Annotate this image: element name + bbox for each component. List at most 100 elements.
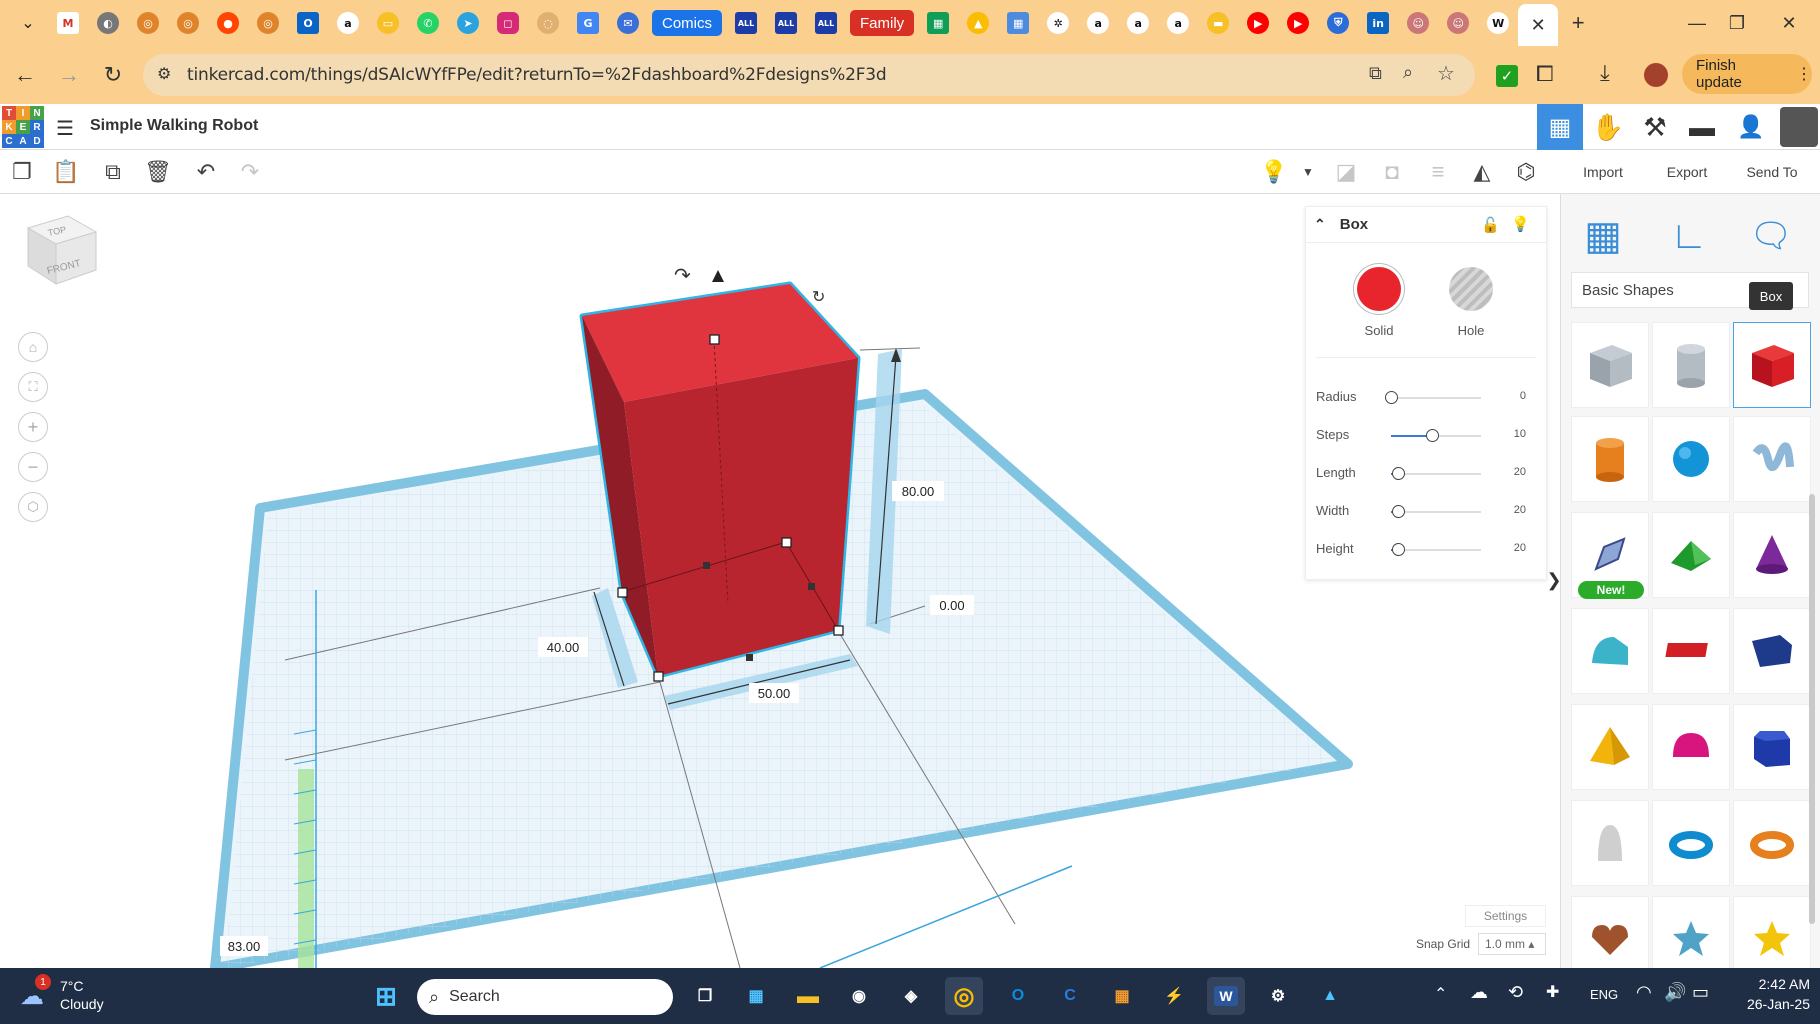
blocks-button[interactable]: ✋ — [1585, 104, 1631, 150]
hole-swatch[interactable] — [1449, 267, 1493, 311]
param-value[interactable]: 20 — [1514, 542, 1526, 554]
game-app[interactable]: ◈ — [892, 977, 930, 1015]
tab-translate[interactable]: G — [568, 7, 608, 39]
tab-site-7[interactable]: ✉ — [608, 7, 648, 39]
tab-amazon-2[interactable]: a — [1078, 7, 1118, 39]
tab-whatsapp[interactable]: ✆ — [408, 7, 448, 39]
volume-icon[interactable]: 🔊 — [1664, 982, 1686, 1003]
redo-button[interactable]: ↷ — [232, 154, 268, 190]
inspector-collapse-toggle[interactable]: ❯ — [1546, 560, 1561, 600]
tab-amazon-3[interactable]: a — [1118, 7, 1158, 39]
forward-button[interactable]: → — [50, 56, 88, 94]
tab-chatgpt[interactable]: ✲ — [1038, 7, 1078, 39]
rotate-arrow-icon[interactable]: ↻ — [812, 287, 825, 306]
zoom-icon[interactable]: ⌕ — [1403, 62, 1413, 83]
profile-avatar[interactable] — [1644, 63, 1668, 87]
solid-label[interactable]: Solid — [1349, 323, 1409, 338]
param-slider-track[interactable] — [1391, 397, 1481, 399]
align-button[interactable]: ≡ — [1420, 154, 1456, 190]
bookmark-star-icon[interactable]: ☆ — [1437, 61, 1455, 86]
lessons-button[interactable]: ▬ — [1679, 104, 1725, 150]
clock-time[interactable]: 2:42 AM — [1720, 976, 1810, 992]
param-slider-knob[interactable] — [1425, 429, 1439, 442]
onedrive-icon[interactable]: ☁ — [1470, 982, 1488, 1003]
tab-youtube[interactable]: ▶ — [1238, 7, 1278, 39]
invite-user-button[interactable]: 👤 — [1728, 104, 1774, 150]
view-cube[interactable]: TOP FRONT — [22, 214, 102, 298]
rotate-arrow-icon[interactable]: ↷ — [674, 263, 691, 287]
chrome-app[interactable]: ◎ — [945, 977, 983, 1015]
tab-telegram[interactable]: ➤ — [448, 7, 488, 39]
shape-torus[interactable] — [1652, 800, 1730, 886]
shape-box-hole[interactable] — [1571, 322, 1649, 408]
param-value[interactable]: 20 — [1514, 466, 1526, 478]
shape-star-blue[interactable] — [1652, 896, 1730, 968]
tab-tinkercad[interactable]: ▦ — [998, 7, 1038, 39]
shape-paraboloid[interactable] — [1571, 800, 1649, 886]
design-title[interactable]: Simple Walking Robot — [90, 117, 258, 135]
param-slider-knob[interactable] — [1392, 543, 1406, 556]
home-view-button[interactable]: ⌂ — [18, 332, 48, 362]
start-button[interactable]: ⊞ — [367, 977, 405, 1015]
lift-cone-icon[interactable] — [712, 270, 724, 282]
tab-site-3[interactable]: ◎ — [168, 7, 208, 39]
tab-search-icon[interactable]: ⌄ — [8, 7, 48, 39]
tab-outlook[interactable]: O — [288, 7, 328, 39]
steam-app[interactable]: ◉ — [840, 977, 878, 1015]
shape-scribble[interactable] — [1733, 416, 1811, 502]
shape-hexagonal-prism[interactable] — [1733, 704, 1811, 790]
delete-button[interactable]: 🗑 — [140, 154, 176, 190]
zoom-out-button[interactable]: − — [18, 452, 48, 482]
store-app[interactable]: ▦ — [737, 977, 775, 1015]
close-window-button[interactable]: ✕ — [1756, 0, 1820, 46]
tab-wikipedia[interactable]: W — [1478, 7, 1518, 39]
finish-update-button[interactable]: Finish update ⋮ — [1682, 54, 1812, 94]
shape-cylinder-hole[interactable] — [1652, 322, 1730, 408]
visibility-bulb-icon[interactable]: 💡 — [1511, 215, 1530, 233]
tab-site-2[interactable]: ◎ — [128, 7, 168, 39]
shape-heart[interactable] — [1571, 896, 1649, 968]
notes-tool[interactable]: 🗨 — [1743, 208, 1799, 264]
param-slider-knob[interactable] — [1392, 467, 1406, 480]
param-value[interactable]: 0 — [1520, 390, 1526, 402]
shape-roof[interactable] — [1652, 512, 1730, 598]
shape-polygon[interactable] — [1733, 608, 1811, 694]
param-slider-knob[interactable] — [1385, 391, 1398, 404]
c-app[interactable]: C — [1051, 977, 1089, 1015]
mirror-button[interactable]: ◭ — [1464, 154, 1500, 190]
ruler-value-label[interactable]: 83.00 — [220, 936, 268, 956]
outlook-app[interactable]: O — [999, 977, 1037, 1015]
bricks-button[interactable]: ⚒ — [1632, 104, 1678, 150]
param-value[interactable]: 20 — [1514, 504, 1526, 516]
tab-instagram[interactable]: ◻ — [488, 7, 528, 39]
tab-site-10[interactable]: ☺ — [1398, 7, 1438, 39]
shape-half-sphere[interactable] — [1652, 704, 1730, 790]
show-hidden-icons[interactable]: ⌃ — [1434, 984, 1447, 1004]
tab-drive[interactable]: ▲ — [958, 7, 998, 39]
clock-date[interactable]: 26-Jan-25 — [1720, 996, 1810, 1012]
length-dimension-label[interactable]: 50.00 — [749, 683, 799, 703]
tab-all-2[interactable]: ALL — [766, 7, 806, 39]
export-button[interactable]: Export — [1654, 158, 1720, 186]
tab-active-close[interactable]: ✕ — [1518, 4, 1559, 46]
back-button[interactable]: ← — [6, 56, 44, 94]
tab-sheets[interactable]: ▦ — [918, 7, 958, 39]
shape-star-gold[interactable] — [1733, 896, 1811, 968]
address-bar[interactable]: ⚙ tinkercad.com/things/dSAIcWYfFPe/edit?… — [143, 54, 1475, 96]
tab-gmail[interactable]: M — [48, 7, 88, 39]
tab-site-9[interactable]: ⛨ — [1318, 7, 1358, 39]
undo-button[interactable]: ↶ — [188, 154, 224, 190]
zoom-in-button[interactable]: + — [18, 412, 48, 442]
tab-site-1[interactable]: ◐ — [88, 7, 128, 39]
shape-round-roof[interactable] — [1571, 608, 1649, 694]
snap-grid-select[interactable]: 1.0 mm ▴ — [1478, 933, 1546, 955]
light-dropdown[interactable]: ▼ — [1290, 154, 1326, 190]
param-slider-knob[interactable] — [1392, 505, 1406, 518]
notes-button[interactable]: ◪ — [1328, 154, 1364, 190]
height-dimension-label[interactable]: 80.00 — [892, 481, 944, 501]
shape-cone[interactable] — [1733, 512, 1811, 598]
panel-scrollbar[interactable] — [1809, 494, 1815, 924]
url-text[interactable]: tinkercad.com/things/dSAIcWYfFPe/edit?re… — [187, 65, 887, 85]
download-icon[interactable]: ⤓ — [1600, 60, 1610, 86]
tab-amazon[interactable]: a — [328, 7, 368, 39]
